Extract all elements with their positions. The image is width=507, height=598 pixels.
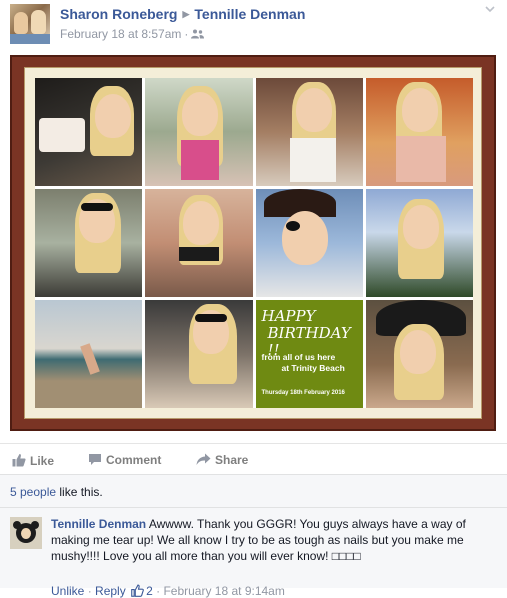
like-button[interactable]: Like [12,451,54,468]
target-name-link[interactable]: Tennille Denman [194,6,305,22]
chevron-down-icon[interactable] [485,5,495,13]
thumbs-up-icon [12,454,26,467]
commenter-avatar[interactable] [10,517,42,549]
post-actions: Like Comment Share [0,443,507,474]
comment-meta: Unlike · Reply 2 · February 18 at 9:14am [51,584,285,598]
banner-date: Thursday 18th February 2016 [261,390,345,396]
reply-link[interactable]: Reply [95,584,126,598]
post-feedback: 5 people like this. Tennille Denman Awww… [0,474,507,598]
post-header: Sharon Roneberg ▶ Tennille Denman February… [0,0,507,50]
collage-photo [145,78,253,186]
collage-photo [145,189,253,297]
banner-sub-line2: at Trinity Beach [281,363,345,373]
post-timestamp[interactable]: February 18 at 8:57am [60,27,181,41]
post-title: Sharon Roneberg ▶ Tennille Denman [60,6,305,22]
collage-photo [35,78,143,186]
collage-photo [35,300,143,408]
photo-collage: HAPPY BIRTHDAY !! from all of us here at… [35,78,473,408]
speech-bubble-icon [89,454,101,465]
comment-body: Tennille Denman Awwww. Thank you GGGR! Y… [51,516,496,564]
comment-button[interactable]: Comment [88,451,161,467]
banner-happy: HAPPY [261,307,316,325]
banner-sub-line1: from all of us here [261,352,336,362]
collage-photo [35,189,143,297]
comment-like-count[interactable]: 2 [146,584,153,598]
collage-photo [255,189,363,297]
facebook-post: Sharon Roneberg ▶ Tennille Denman February… [0,0,507,598]
author-avatar[interactable] [10,4,50,44]
unlike-link[interactable]: Unlike [51,584,84,598]
thumbs-up-icon[interactable] [131,584,144,597]
share-arrow-icon [196,453,211,465]
collage-photo [145,300,253,408]
likers-link[interactable]: 5 people [10,485,56,499]
collage-photo [365,300,473,408]
post-meta: February 18 at 8:57am · [60,27,205,41]
photo-mat: HAPPY BIRTHDAY !! from all of us here at… [24,67,482,419]
friends-icon[interactable] [191,29,205,39]
collage-photo [365,189,473,297]
share-button[interactable]: Share [196,451,248,467]
triangle-right-icon: ▶ [182,9,190,19]
collage-photo [365,78,473,186]
author-name-link[interactable]: Sharon Roneberg [60,6,177,22]
comment-timestamp[interactable]: February 18 at 9:14am [163,584,284,598]
collage-photo [255,78,363,186]
divider [0,507,507,508]
birthday-banner: HAPPY BIRTHDAY !! from all of us here at… [255,300,363,408]
post-photo[interactable]: HAPPY BIRTHDAY !! from all of us here at… [10,55,496,431]
commenter-name-link[interactable]: Tennille Denman [51,517,146,531]
likes-summary: 5 people like this. [10,485,103,499]
